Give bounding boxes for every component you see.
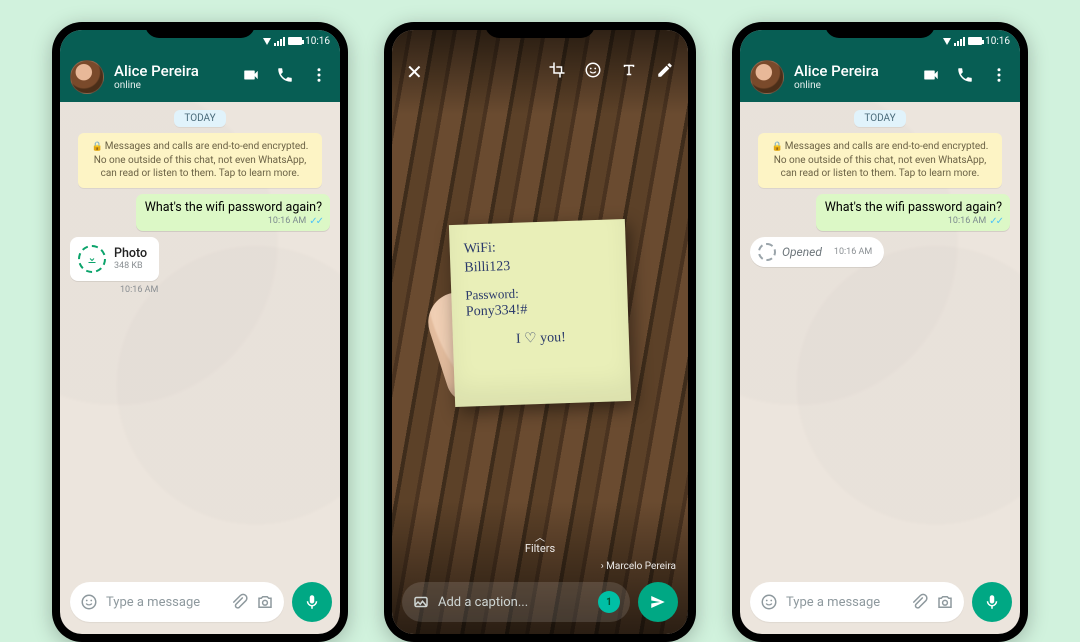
message-placeholder: Type a message (106, 595, 200, 610)
close-icon[interactable]: ✕ (406, 60, 423, 84)
notch (825, 22, 935, 38)
opened-label: Opened (782, 245, 822, 259)
contact-info[interactable]: Alice Pereira online (114, 63, 232, 92)
caption-placeholder: Add a caption... (438, 595, 528, 610)
encryption-notice[interactable]: 🔒Messages and calls are end-to-end encry… (78, 133, 322, 188)
emoji-icon[interactable] (760, 593, 778, 611)
attach-icon[interactable] (910, 593, 928, 611)
network-icon (943, 38, 951, 45)
crop-icon[interactable] (548, 61, 566, 83)
sticky-note: WiFi: Billi123 Password: Pony334!# I ♡ y… (449, 218, 631, 406)
phone-right: 10:16 Alice Pereira online TODAY 🔒Messag… (732, 22, 1028, 642)
mic-button[interactable] (292, 582, 332, 622)
message-placeholder: Type a message (786, 595, 880, 610)
download-icon[interactable] (78, 245, 106, 273)
video-call-icon[interactable] (242, 66, 260, 88)
read-ticks-icon: ✓✓ (989, 216, 1002, 227)
contact-name: Alice Pereira (794, 63, 912, 80)
signal-icon (954, 37, 965, 46)
photo-size: 348 KB (114, 261, 147, 271)
phone-left: 10:16 Alice Pereira online TODAY 🔒Messag… (52, 22, 348, 642)
avatar[interactable] (750, 60, 784, 94)
voice-call-icon[interactable] (276, 66, 294, 88)
outgoing-message[interactable]: What's the wifi password again? 10:16 AM… (816, 194, 1010, 231)
video-call-icon[interactable] (922, 66, 940, 88)
sticker-icon[interactable] (584, 61, 602, 83)
more-icon[interactable] (310, 66, 328, 88)
date-pill: TODAY (854, 110, 905, 127)
camera-icon[interactable] (256, 593, 274, 611)
mic-button[interactable] (972, 582, 1012, 622)
contact-presence: online (794, 80, 912, 92)
message-input[interactable]: Type a message (70, 582, 284, 622)
notch (485, 22, 595, 38)
camera-icon[interactable] (936, 593, 954, 611)
input-bar: Type a message (740, 574, 1020, 634)
contact-presence: online (114, 80, 232, 92)
chat-header[interactable]: Alice Pereira online (740, 52, 1020, 102)
recipient-chip[interactable]: › Marcelo Pereira (601, 561, 676, 572)
photo-preview[interactable]: WiFi: Billi123 Password: Pony334!# I ♡ y… (392, 96, 688, 529)
photo-label: Photo (114, 246, 147, 261)
photo-time: 10:16 AM (120, 285, 158, 295)
message-input[interactable]: Type a message (750, 582, 964, 622)
battery-icon (968, 37, 982, 45)
screen-center: ✕ WiFi: Billi123 Password: Pony334!# I ♡… (392, 30, 688, 634)
screen-right: 10:16 Alice Pereira online TODAY 🔒Messag… (740, 30, 1020, 634)
encryption-notice[interactable]: 🔒Messages and calls are end-to-end encry… (758, 133, 1002, 188)
date-pill: TODAY (174, 110, 225, 127)
phone-center: ✕ WiFi: Billi123 Password: Pony334!# I ♡… (384, 22, 696, 642)
chat-header[interactable]: Alice Pereira online (60, 52, 340, 102)
read-ticks-icon: ✓✓ (309, 216, 322, 227)
filters-handle[interactable]: ︿ Filters (392, 529, 688, 555)
caption-input[interactable]: Add a caption... 1 (402, 582, 630, 622)
message-time: 10:16 AM (268, 216, 306, 226)
view-once-opened-chip[interactable]: Opened 10:16 AM (750, 237, 884, 267)
status-time: 10:16 (305, 36, 330, 47)
notch (145, 22, 255, 38)
view-once-badge[interactable]: 1 (598, 591, 620, 613)
message-text: What's the wifi password again? (145, 200, 322, 215)
chat-body[interactable]: TODAY 🔒Messages and calls are end-to-end… (60, 102, 340, 574)
send-button[interactable] (638, 582, 678, 622)
input-bar: Type a message (60, 574, 340, 634)
network-icon (263, 38, 271, 45)
editor-toolbar: ✕ (392, 48, 688, 96)
emoji-icon[interactable] (80, 593, 98, 611)
lock-icon: 🔒 (772, 142, 783, 152)
battery-icon (288, 37, 302, 45)
opened-time: 10:16 AM (834, 247, 872, 257)
screen-left: 10:16 Alice Pereira online TODAY 🔒Messag… (60, 30, 340, 634)
add-photo-icon[interactable] (412, 593, 430, 611)
contact-name: Alice Pereira (114, 63, 232, 80)
draw-icon[interactable] (656, 61, 674, 83)
message-time: 10:16 AM (948, 216, 986, 226)
view-once-ring-icon (758, 243, 776, 261)
attach-icon[interactable] (230, 593, 248, 611)
incoming-photo-chip[interactable]: Photo 348 KB (70, 237, 159, 281)
outgoing-message[interactable]: What's the wifi password again? 10:16 AM… (136, 194, 330, 231)
text-icon[interactable] (620, 61, 638, 83)
photo-editor: ✕ WiFi: Billi123 Password: Pony334!# I ♡… (392, 30, 688, 634)
signal-icon (274, 37, 285, 46)
status-time: 10:16 (985, 36, 1010, 47)
caption-row: Add a caption... 1 (392, 576, 688, 634)
avatar[interactable] (70, 60, 104, 94)
lock-icon: 🔒 (92, 142, 103, 152)
contact-info[interactable]: Alice Pereira online (794, 63, 912, 92)
voice-call-icon[interactable] (956, 66, 974, 88)
more-icon[interactable] (990, 66, 1008, 88)
chat-body[interactable]: TODAY 🔒Messages and calls are end-to-end… (740, 102, 1020, 574)
message-text: What's the wifi password again? (825, 200, 1002, 215)
